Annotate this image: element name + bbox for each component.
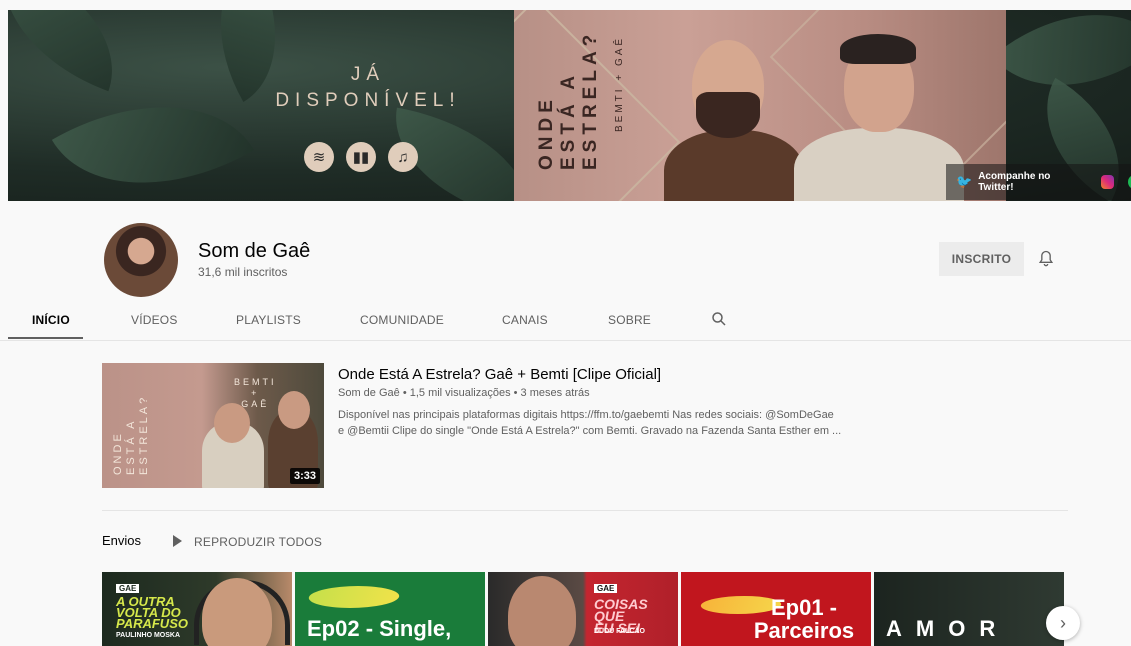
artist-figure (840, 34, 916, 64)
artist-figure (794, 128, 964, 201)
twitter-link[interactable]: Acompanhe no Twitter! (978, 171, 1079, 193)
video-card[interactable]: GAE A OUTRA VOLTA DO PARAFUSO PAULINHO M… (102, 572, 292, 646)
subscribed-button[interactable]: INSCRITO (939, 242, 1024, 276)
banner-headline: JÁ DISPONÍVEL! (263, 62, 473, 114)
bell-icon (1038, 250, 1054, 267)
leaf-decoration (8, 10, 140, 92)
play-all-button[interactable]: REPRODUZIR TODOS (194, 535, 322, 549)
channel-banner: JÁ DISPONÍVEL! ≋ ▮▮ ♫ ONDE ESTÁ A ESTREL… (8, 10, 1131, 201)
active-tab-indicator (8, 337, 83, 339)
chevron-right-icon: › (1060, 612, 1066, 633)
video-card[interactable]: Ep02 - Single, (295, 572, 485, 646)
headline-line: DISPONÍVEL! (275, 90, 461, 111)
tab-about[interactable]: SOBRE (608, 313, 651, 327)
video-card[interactable]: GAE COISAS QUE EU SEI DUDU FALCÃO (488, 572, 678, 646)
card-subtitle: PAULINHO MOSKA (116, 632, 181, 639)
tab-home[interactable]: INÍCIO (32, 313, 70, 327)
thumbnail-subtitle: BEMTI + GAÊ (234, 377, 277, 409)
card-title: Ep02 - Single, (307, 616, 452, 641)
channel-avatar[interactable] (104, 223, 178, 297)
magnifier-icon (712, 312, 726, 326)
logo-wave (304, 586, 404, 608)
tab-channels[interactable]: CANAIS (502, 313, 548, 327)
featured-video-meta: Som de Gaê • 1,5 mil visualizações • 3 m… (338, 387, 590, 399)
instagram-icon[interactable] (1101, 175, 1115, 189)
album-subtitle: BEMTI + GAÊ (614, 35, 625, 132)
tab-videos[interactable]: VÍDEOS (131, 313, 178, 327)
channel-name: Som de Gaê (198, 240, 311, 262)
card-title: A OUTRA VOLTA DO PARAFUSO (116, 594, 188, 631)
card-tag: GAE (116, 584, 140, 593)
card-title: Ep01 - Parceiros (753, 595, 855, 643)
featured-video-thumbnail[interactable]: ONDE ESTÁ A ESTRELA? BEMTI + GAÊ 3:33 (102, 363, 324, 488)
banner-photo: ONDE ESTÁ A ESTRELA? BEMTI + GAÊ (514, 10, 1006, 201)
video-duration: 3:33 (289, 468, 320, 484)
shelf-next-button[interactable]: › (1046, 606, 1080, 640)
album-title: ONDE ESTÁ A ESTRELA? (536, 29, 601, 170)
twitter-icon: 🐦 (956, 174, 973, 189)
artist-figure (508, 576, 576, 646)
artist-figure (278, 391, 310, 429)
featured-video-description: Disponível nas principais plataformas di… (338, 409, 842, 437)
banner-social-links[interactable]: 🐦 Acompanhe no Twitter! (946, 164, 1131, 200)
uploads-shelf-title[interactable]: Envios (102, 533, 141, 548)
tab-playlists[interactable]: PLAYLISTS (236, 313, 301, 327)
subscriber-count: 31,6 mil inscritos (198, 265, 288, 279)
card-tag: GAE (594, 584, 618, 593)
tab-community[interactable]: COMUNIDADE (360, 313, 444, 327)
apple-music-icon: ♫ (388, 142, 418, 172)
play-icon[interactable] (173, 535, 182, 547)
deezer-icon: ▮▮ (346, 142, 376, 172)
video-card[interactable]: Ep01 - Parceiros (681, 572, 871, 646)
artist-figure (664, 130, 804, 201)
artist-figure (696, 92, 760, 138)
featured-video-title[interactable]: Onde Está A Estrela? Gaê + Bemti [Clipe … (338, 366, 661, 383)
video-card[interactable]: AMOR (874, 572, 1064, 646)
platform-icons: ≋ ▮▮ ♫ (304, 142, 418, 172)
headline-line: JÁ (350, 64, 386, 85)
section-divider (102, 510, 1068, 511)
notification-bell-icon[interactable] (1036, 249, 1056, 269)
search-icon[interactable] (710, 310, 728, 333)
card-subtitle: DUDU FALCÃO (594, 628, 645, 635)
thumbnail-title: ONDE ESTÁ A ESTRELA? (112, 394, 150, 475)
channel-tabs: INÍCIO VÍDEOS PLAYLISTS COMUNIDADE CANAI… (0, 302, 1131, 340)
card-title: AMOR (886, 616, 1010, 641)
spotify-icon: ≋ (304, 142, 334, 172)
tabs-divider (0, 340, 1131, 341)
